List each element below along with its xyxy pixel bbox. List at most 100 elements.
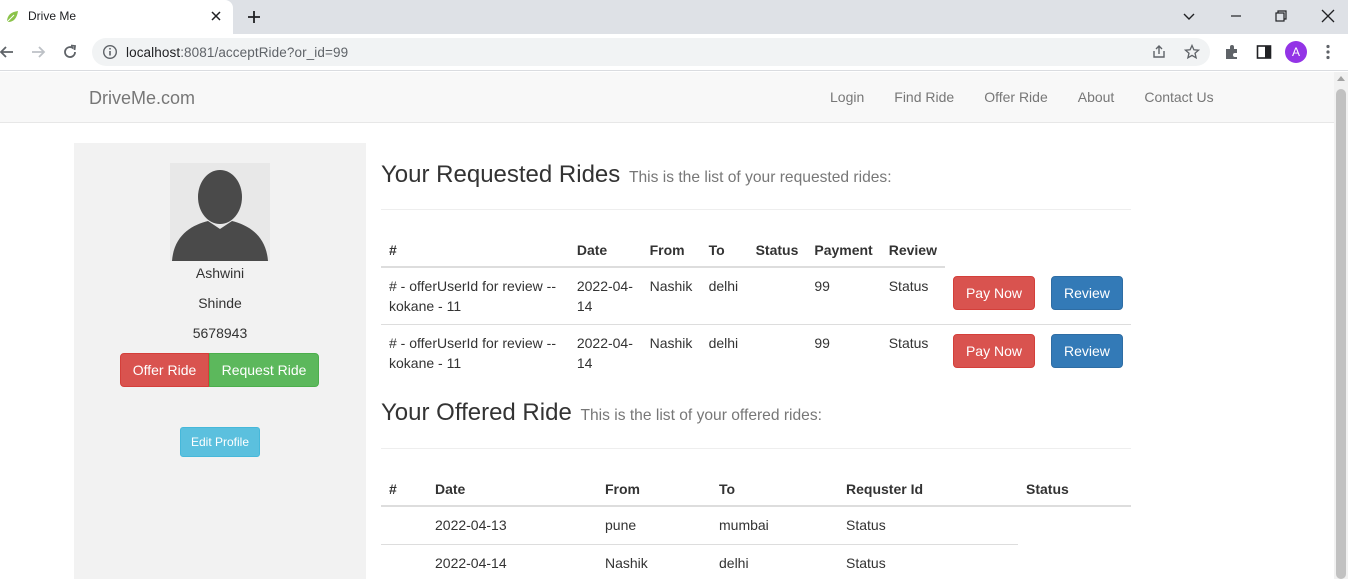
col-header [945,233,1043,267]
nav-find-ride[interactable]: Find Ride [879,72,969,122]
browser-tab-strip: Drive Me [0,0,1348,34]
menu-kebab-icon[interactable] [1318,42,1338,62]
profile-avatar[interactable]: A [1285,41,1307,63]
user-avatar-image [170,163,270,261]
table-row: # - offerUserId for review -- kokane - 1… [381,267,1131,325]
cell-from: Nashik [649,278,693,294]
browser-tab[interactable]: Drive Me [0,0,233,34]
edit-profile-button[interactable]: Edit Profile [180,427,260,457]
url-text: localhost:8081/acceptRide?or_id=99 [126,45,349,60]
pay-now-button[interactable]: Pay Now [952,276,1035,310]
scroll-thumb[interactable] [1336,89,1346,579]
cell-to: delhi [708,335,739,351]
close-window-icon[interactable] [1318,6,1338,26]
site-brand[interactable]: DriveMe.com [89,88,195,109]
col-header: From [597,472,711,507]
divider [381,448,1131,449]
cell-to: delhi [708,278,739,294]
table-row: 2022-04-13 pune mumbai Status [381,506,1131,545]
table-header-row: # Date From To Requster Id Status [381,472,1131,507]
back-icon[interactable] [0,43,16,61]
cell-id [381,506,427,545]
col-header: To [711,472,838,507]
nav-login[interactable]: Login [815,72,879,122]
pay-now-button[interactable]: Pay Now [952,334,1035,368]
cell-payment: 99 [814,335,830,351]
cell-status [1018,545,1131,579]
col-header: # [381,472,427,507]
col-header: Status [747,233,807,268]
nav-links: Login Find Ride Offer Ride About Contact… [815,72,1229,122]
page-viewport: DriveMe.com Login Find Ride Offer Ride A… [0,72,1348,579]
cell-date: 2022-04-14 [427,544,597,579]
cell-status [748,325,807,382]
nav-offer-ride[interactable]: Offer Ride [969,72,1063,122]
offered-rides-table: # Date From To Requster Id Status 2022-0… [381,472,1131,579]
tab-title: Drive Me [28,9,77,23]
divider [381,209,1131,210]
forward-icon[interactable] [29,43,47,61]
cell-to: delhi [711,544,838,579]
cell-requester: Status [838,544,1018,579]
cell-date: 2022-04-14 [576,335,633,371]
request-ride-button[interactable]: Request Ride [209,353,319,387]
extensions-icon[interactable] [1222,42,1242,62]
chevron-down-icon[interactable] [1179,6,1199,26]
profile-sidebar: Ashwini Shinde 5678943 Offer Ride Reques… [74,143,366,579]
requested-rides-subtitle: This is the list of your requested rides… [628,169,892,186]
cell-date: 2022-04-14 [576,278,633,314]
table-header-row: # Date From To Status Payment Review [381,233,1131,268]
requested-rides-heading: Your Requested Rides This is the list of… [381,161,892,188]
browser-toolbar: localhost:8081/acceptRide?or_id=99 A [0,34,1348,71]
reload-icon[interactable] [61,43,79,61]
cell-review-action: Review [1043,325,1131,382]
nav-about[interactable]: About [1063,72,1130,122]
table-row: # - offerUserId for review -- kokane - 1… [381,324,1131,382]
cell-to: mumbai [719,517,769,533]
review-button[interactable]: Review [1050,276,1123,310]
cell-review: Status [888,335,929,351]
col-header: Date [427,472,597,507]
info-icon[interactable] [102,44,118,60]
cell-status [1018,506,1131,545]
cell-id: # - offerUserId for review -- kokane - 1… [389,278,557,314]
leaf-icon [6,11,18,23]
cell-requester: Status [846,517,886,533]
col-header: Date [568,233,642,268]
scroll-up-arrow-icon[interactable] [1337,76,1345,81]
minimize-icon[interactable] [1226,6,1246,26]
cell-from: pune [605,517,637,533]
col-header: Requster Id [838,472,1018,507]
address-bar[interactable]: localhost:8081/acceptRide?or_id=99 [92,38,1210,66]
profile-last-name: Shinde [198,295,242,311]
col-header: Payment [806,233,881,268]
profile-first-name: Ashwini [195,265,245,281]
col-header [1043,233,1131,267]
cell-date: 2022-04-13 [435,517,507,533]
page-scrollbar[interactable] [1334,72,1348,579]
cell-from: Nashik [597,544,711,579]
cell-from: Nashik [649,335,693,351]
offer-ride-button[interactable]: Offer Ride [120,353,209,387]
side-panel-icon[interactable] [1254,42,1274,62]
offered-rides-heading: Your Offered Ride This is the list of yo… [381,399,822,426]
requested-rides-table: # Date From To Status Payment Review # -… [381,233,1131,382]
cell-payment: 99 [814,278,830,294]
site-navbar: DriveMe.com Login Find Ride Offer Ride A… [0,72,1334,123]
user-silhouette-icon [172,170,268,261]
bookmark-star-icon[interactable] [1184,44,1200,60]
col-header: Status [1018,472,1131,507]
nav-contact-us[interactable]: Contact Us [1129,72,1228,122]
review-button[interactable]: Review [1050,334,1123,368]
col-header: # [381,233,569,268]
cell-id: # - offerUserId for review -- kokane - 1… [389,335,557,371]
new-tab-icon[interactable] [245,8,263,26]
close-tab-icon[interactable] [208,8,224,24]
col-header: From [641,233,701,268]
cell-id [381,544,427,579]
cell-review-action: Review [1043,267,1131,325]
restore-icon[interactable] [1271,6,1291,26]
share-icon[interactable] [1151,44,1167,60]
table-row: 2022-04-14 Nashik delhi Status [381,544,1131,579]
col-header: To [700,233,748,268]
